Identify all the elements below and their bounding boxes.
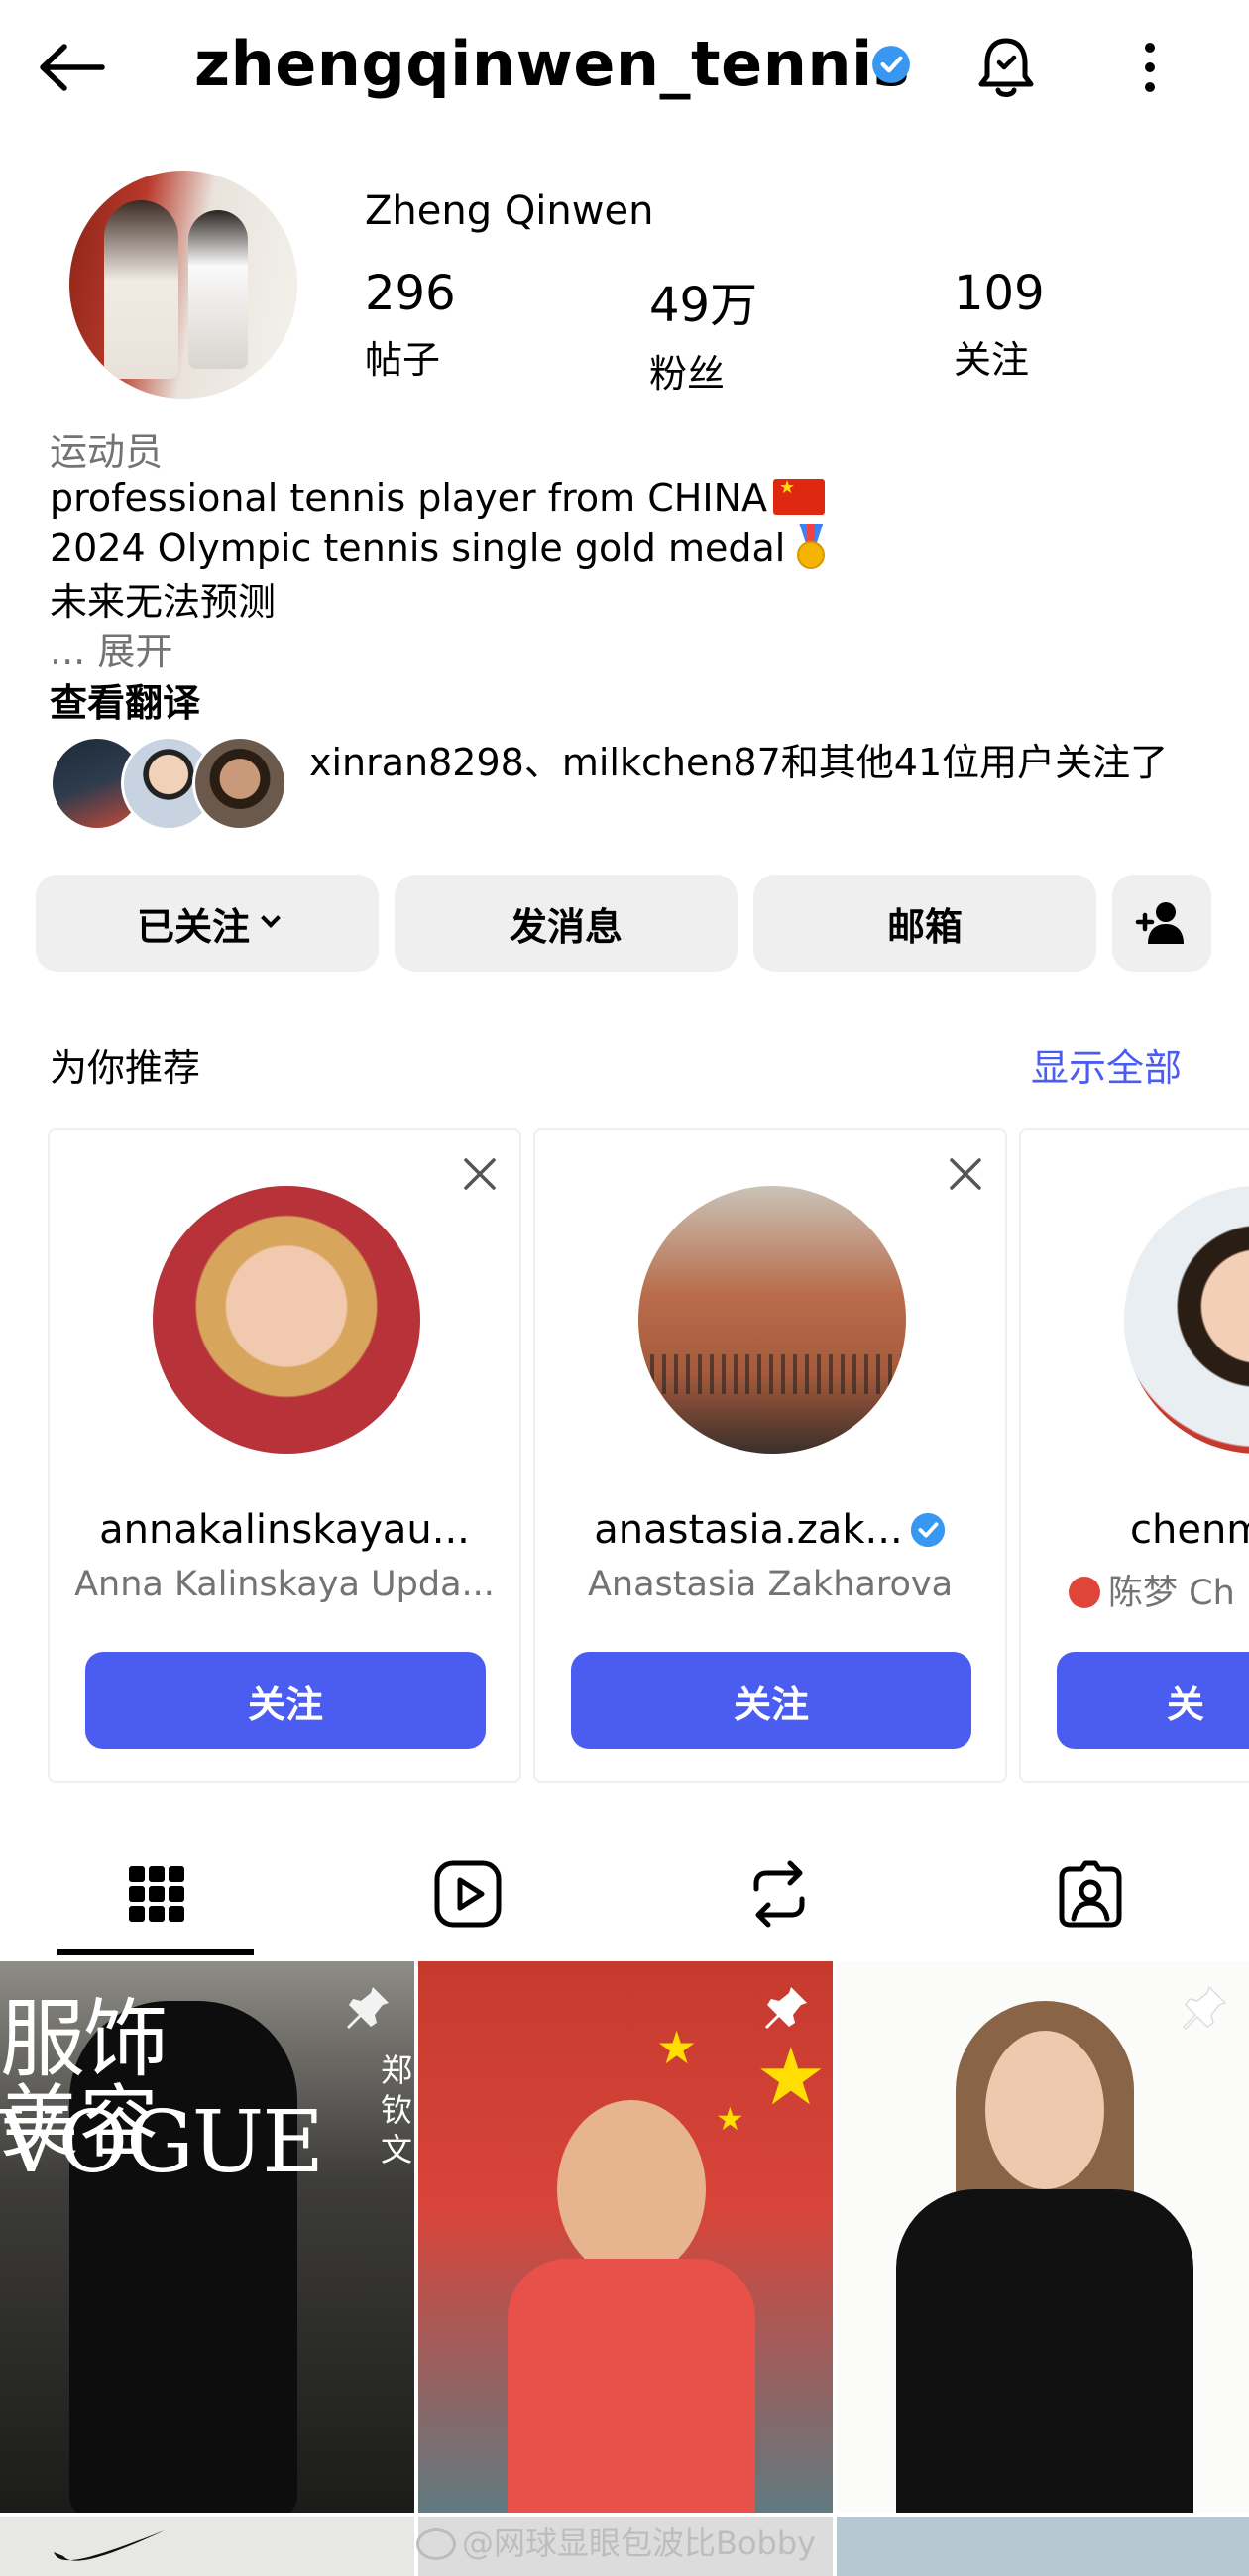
flag-star: ★ xyxy=(656,2021,698,2074)
close-icon[interactable] xyxy=(458,1152,502,1196)
suggestion-card[interactable]: anastasia.zak... Anastasia Zakharova 关注 xyxy=(533,1128,1007,1783)
following-button[interactable]: 已关注 xyxy=(36,875,379,972)
notifications-button[interactable] xyxy=(966,28,1046,107)
mutual-followers-text[interactable]: xinran8298、milkchen87和其他41位用户关注了 xyxy=(309,738,1221,787)
tab-reposts[interactable] xyxy=(680,1832,878,1955)
post-figure xyxy=(985,2031,1104,2189)
more-options-button[interactable] xyxy=(1120,28,1180,107)
suggestion-username[interactable]: annakalinskayau... xyxy=(50,1507,519,1553)
profile-full-name: Zheng Qinwen xyxy=(365,188,654,234)
followers-label: 粉丝 xyxy=(649,352,726,396)
post-figure xyxy=(508,2259,755,2513)
bio-line: professional tennis player from CHINA xyxy=(50,476,825,520)
post-thumbnail[interactable] xyxy=(0,2517,414,2576)
avatar-figure xyxy=(104,200,178,379)
email-button[interactable]: 邮箱 xyxy=(753,875,1096,972)
flag-star: ★ xyxy=(755,2031,827,2123)
top-bar: zhengqinwen_tennis xyxy=(0,0,1249,139)
email-button-label: 邮箱 xyxy=(886,904,963,949)
bell-icon xyxy=(978,38,1034,97)
verified-badge-icon xyxy=(872,46,910,83)
bio-text: 2024 Olympic tennis single gold medal xyxy=(50,527,786,570)
mutual-followers-avatars[interactable] xyxy=(50,736,287,831)
suggestion-card[interactable]: annakalinskayau... Anna Kalinskaya Upda.… xyxy=(48,1128,521,1783)
post-thumbnail[interactable] xyxy=(837,1961,1249,2513)
tab-tagged[interactable] xyxy=(991,1832,1190,1955)
follow-button[interactable]: 关注 xyxy=(571,1652,971,1749)
china-flag-icon xyxy=(773,477,825,515)
expand-bio-link[interactable]: ... 展开 xyxy=(50,621,172,675)
add-user-icon xyxy=(1135,902,1184,944)
message-button-label: 发消息 xyxy=(509,904,623,949)
chevron-down-icon xyxy=(261,908,281,928)
bio-text: professional tennis player from CHINA xyxy=(50,476,767,520)
posts-count: 296 xyxy=(365,266,456,321)
post-figure xyxy=(896,2189,1193,2513)
suggestion-display-name: 陈梦 Ch xyxy=(1108,1574,1235,1613)
avatar[interactable] xyxy=(1124,1186,1249,1454)
post-figure xyxy=(557,2100,706,2279)
weibo-logo-icon xyxy=(416,2528,456,2560)
more-vertical-icon xyxy=(1145,43,1155,92)
profile-category: 运动员 xyxy=(50,430,164,474)
suggested-users-button[interactable] xyxy=(1112,875,1211,972)
post-thumbnail[interactable]: 服饰VOGUE 美容 郑钦文 xyxy=(0,1961,414,2513)
flag-star: ★ xyxy=(716,2100,744,2138)
bio-text: 未来无法预测 xyxy=(50,580,277,624)
back-button[interactable] xyxy=(32,30,111,104)
following-button-label: 已关注 xyxy=(136,904,250,949)
post-thumbnail[interactable]: ★ ★ ★ xyxy=(418,1961,833,2513)
suggestion-username-row[interactable]: anastasia.zak... xyxy=(535,1507,1005,1553)
close-icon[interactable] xyxy=(944,1152,987,1196)
verified-badge-icon xyxy=(910,1512,945,1548)
profile-tabs xyxy=(0,1832,1249,1961)
repost-icon xyxy=(753,1860,805,1928)
avatar xyxy=(192,736,287,831)
suggestion-username: anastasia.zak... xyxy=(594,1507,903,1553)
follow-button[interactable]: 关注 xyxy=(85,1652,486,1749)
show-all-link[interactable]: 显示全部 xyxy=(1031,1037,1182,1092)
following-label: 关注 xyxy=(954,338,1030,382)
tab-posts[interactable] xyxy=(57,1832,256,1955)
followers-stat[interactable]: 49万 粉丝 xyxy=(649,266,757,398)
ping-pong-icon xyxy=(1069,1577,1100,1608)
nike-swoosh-icon xyxy=(54,2530,165,2561)
back-arrow-icon xyxy=(40,43,105,91)
pin-icon xyxy=(765,1987,807,2029)
following-count: 109 xyxy=(954,266,1045,321)
avatar[interactable] xyxy=(638,1186,906,1454)
suggestions-title: 为你推荐 xyxy=(50,1046,201,1090)
profile-avatar[interactable] xyxy=(69,171,297,399)
gold-medal-icon xyxy=(793,524,829,569)
active-tab-indicator xyxy=(57,1949,254,1955)
pin-icon xyxy=(347,1987,389,2029)
suggestion-username[interactable]: chenm xyxy=(1130,1507,1249,1553)
avatar[interactable] xyxy=(153,1186,420,1454)
suggestion-display-name: Anastasia Zakharova xyxy=(587,1565,954,1604)
follow-button[interactable]: 关 xyxy=(1057,1652,1249,1749)
tab-reels[interactable] xyxy=(369,1832,567,1955)
bio-line: 2024 Olympic tennis single gold medal xyxy=(50,524,829,570)
grid-icon xyxy=(129,1866,184,1922)
watermark-text: @网球显眼包波比Bobby xyxy=(462,2524,817,2562)
magazine-cover-subtext: 美容 xyxy=(0,2076,159,2168)
message-button[interactable]: 发消息 xyxy=(395,875,738,972)
posts-stat[interactable]: 296 帖子 xyxy=(365,266,456,384)
avatar-figure xyxy=(188,210,248,369)
suggestion-card[interactable]: chenm 陈梦 Ch 关 xyxy=(1019,1128,1249,1783)
tagged-person-icon xyxy=(1059,1860,1122,1928)
profile-username: zhengqinwen_tennis xyxy=(194,28,911,100)
followers-count: 49万 xyxy=(649,278,758,333)
post-thumbnail[interactable] xyxy=(837,2517,1249,2576)
magazine-cover-side-text: 郑钦文 xyxy=(381,2051,413,2168)
watermark: @网球显眼包波比Bobby xyxy=(416,2518,816,2564)
bio-line: 未来无法预测 xyxy=(50,571,276,626)
following-stat[interactable]: 109 关注 xyxy=(954,266,1045,384)
posts-label: 帖子 xyxy=(365,338,441,382)
pin-icon xyxy=(1182,1985,1227,2031)
suggestion-display-name-row: 陈梦 Ch xyxy=(1069,1565,1249,1615)
reels-play-icon xyxy=(434,1860,502,1928)
suggestion-display-name: Anna Kalinskaya Upda... xyxy=(74,1565,495,1604)
see-translation-link[interactable]: 查看翻译 xyxy=(50,672,200,727)
